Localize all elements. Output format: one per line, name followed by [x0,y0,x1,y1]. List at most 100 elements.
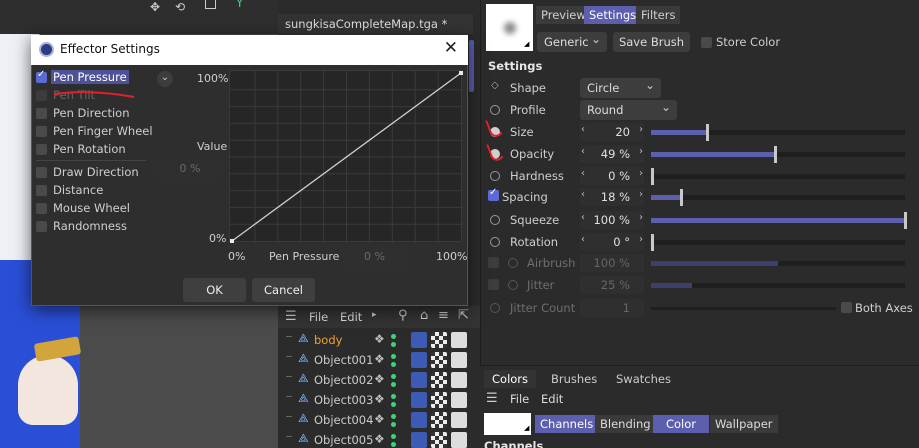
uv-tag-icon[interactable] [451,432,467,448]
increment-arrow-icon[interactable]: › [639,124,643,135]
tab-colors[interactable]: Colors [484,370,537,388]
option-label[interactable]: Randomness [53,219,127,233]
decrement-arrow-icon[interactable]: ‹ [581,212,585,223]
store-color-checkbox[interactable] [701,37,712,48]
material-tag-icon[interactable] [411,392,427,408]
render-visibility-dot[interactable] [391,362,396,367]
option-label[interactable]: Draw Direction [53,165,139,179]
tab-blending[interactable]: Blending [595,415,656,433]
option-label[interactable]: Pen Rotation [53,142,126,156]
texture-tag-icon[interactable] [431,352,447,368]
param-value-field[interactable]: ‹ 49 % › [580,145,644,163]
param-radio[interactable] [490,171,500,181]
object-row[interactable]: ┄ ⟁ Object002 ❖ [278,371,480,391]
param-value-field[interactable]: 100 % [580,254,644,272]
object-row[interactable]: ┄ ⟁ Object001 ❖ [278,351,480,371]
option-checkbox[interactable] [36,144,47,155]
render-visibility-dot[interactable] [391,342,396,347]
render-visibility-dot[interactable] [391,382,396,387]
frame-icon[interactable] [205,0,216,9]
param-value-field[interactable]: 25 % [580,276,644,294]
object-name[interactable]: Object005 [314,433,373,447]
option-checkbox[interactable] [36,90,47,101]
increment-arrow-icon[interactable]: › [639,234,643,245]
decrement-arrow-icon[interactable]: ‹ [581,168,585,179]
move-icon[interactable]: ✥ [150,0,160,14]
material-tag-icon[interactable] [411,412,427,428]
editor-visibility-dot[interactable] [391,334,396,339]
increment-arrow-icon[interactable]: › [639,168,643,179]
tab-filters[interactable]: Filters [636,6,681,24]
param-slider[interactable] [651,283,905,288]
material-tag-icon[interactable] [411,372,427,388]
editor-visibility-dot[interactable] [391,374,396,379]
graph-x-field[interactable]: 0 % [341,248,408,266]
param-radio[interactable] [490,303,500,313]
layer-icon[interactable]: ❖ [374,372,385,386]
search-icon[interactable]: ⚲ [398,308,408,323]
param-slider[interactable] [651,124,905,141]
option-checkbox[interactable] [36,108,47,119]
object-name[interactable]: Object001 [314,353,373,367]
more-arrow-icon[interactable]: ▸ [372,310,377,320]
value-field[interactable]: 0 % [158,160,222,178]
render-visibility-dot[interactable] [391,402,396,407]
material-tag-icon[interactable] [411,332,427,348]
save-brush-button[interactable]: Save Brush [613,32,690,52]
filter-icon[interactable]: ≡ [438,308,449,323]
param-value-field[interactable]: ‹ 18 % › [580,188,644,206]
slider-knob[interactable] [651,234,654,251]
home-icon[interactable]: ⌂ [420,308,428,323]
option-label[interactable]: Distance [53,183,103,197]
option-checkbox[interactable] [36,185,47,196]
texture-tag-icon[interactable] [431,332,447,348]
close-icon[interactable]: ✕ [444,38,458,58]
camera-icon[interactable]: ⟲ [175,0,185,14]
om-menu-edit[interactable]: Edit [340,310,362,324]
layer-icon[interactable]: ❖ [374,352,385,366]
colors-menu-edit[interactable]: Edit [541,392,563,406]
object-name[interactable]: Object003 [314,393,373,407]
increment-arrow-icon[interactable]: › [639,212,643,223]
swatch-dropdown-arrow-icon[interactable]: ◢ [524,424,529,432]
texture-tag-icon[interactable] [431,432,447,448]
param-slider[interactable] [651,234,905,251]
param-slider[interactable] [651,189,905,206]
curve-point[interactable] [230,239,234,243]
layer-icon[interactable]: ❖ [374,332,385,346]
colors-menu-icon[interactable]: ☰ [486,391,498,406]
param-slider[interactable] [651,168,905,185]
spacing-checkbox[interactable] [488,187,499,201]
object-name[interactable]: body [314,333,342,347]
dialog-title-bar[interactable]: Effector Settings ✕ [31,35,468,65]
object-name[interactable]: Object004 [314,413,373,427]
param-checkbox[interactable] [488,279,499,290]
profile-dropdown[interactable]: Round [580,97,677,120]
cancel-button[interactable]: Cancel [252,278,315,302]
param-radio[interactable] [508,280,518,290]
decrement-arrow-icon[interactable]: ‹ [581,124,585,135]
material-tag-icon[interactable] [411,432,427,448]
editor-visibility-dot[interactable] [391,434,396,439]
chevron-down-icon[interactable]: ⌄ [157,71,173,87]
layer-icon[interactable]: ❖ [374,432,385,446]
option-label[interactable]: Mouse Wheel [53,201,130,215]
decrement-arrow-icon[interactable]: ‹ [581,234,585,245]
object-row[interactable]: ┄ ⟁ Object004 ❖ [278,411,480,431]
layer-icon[interactable]: ❖ [374,412,385,426]
uv-tag-icon[interactable] [451,412,467,428]
object-row[interactable]: ┄ ⟁ Object003 ❖ [278,391,480,411]
slider-knob[interactable] [680,189,683,206]
hamburger-menu-icon[interactable]: ☰ [285,309,297,324]
option-checkbox[interactable] [36,69,47,83]
option-checkbox[interactable] [36,203,47,214]
uv-tag-icon[interactable] [451,352,467,368]
colors-menu-file[interactable]: File [510,392,529,406]
decrement-arrow-icon[interactable]: ‹ [581,189,585,200]
layer-icon[interactable]: ❖ [374,392,385,406]
response-curve-graph[interactable] [229,70,463,243]
profile-radio[interactable] [490,105,500,115]
preview-dropdown-arrow-icon[interactable]: ◢ [524,40,529,48]
param-slider[interactable] [651,212,907,229]
ok-button[interactable]: OK [183,278,246,302]
